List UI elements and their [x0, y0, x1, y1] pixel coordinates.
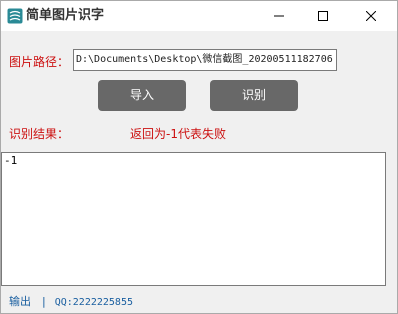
- recognize-button[interactable]: 识别: [210, 80, 298, 111]
- app-window: 简单图片识字 图片路径： D:\Documents\Desktop\微信截图_2…: [0, 0, 398, 314]
- app-logo-icon: [7, 8, 23, 24]
- result-status-text: 返回为-1代表失败: [130, 127, 226, 141]
- image-path-input[interactable]: D:\Documents\Desktop\微信截图_20200511182706: [73, 49, 337, 71]
- minimize-icon: [274, 15, 284, 17]
- close-button[interactable]: [349, 1, 393, 31]
- maximize-icon: [318, 11, 328, 21]
- image-path-label: 图片路径：: [9, 55, 70, 69]
- title-bar[interactable]: 简单图片识字: [1, 1, 397, 31]
- output-link[interactable]: 输出: [9, 293, 31, 309]
- footer-separator: |: [42, 295, 46, 308]
- result-label: 识别结果：: [9, 127, 70, 141]
- result-output-textarea[interactable]: -1: [1, 152, 386, 286]
- window-title: 简单图片识字: [26, 8, 105, 23]
- footer: 输出 | QQ:2222225855: [9, 293, 133, 309]
- import-button[interactable]: 导入: [98, 80, 186, 111]
- minimize-button[interactable]: [257, 1, 301, 31]
- maximize-button[interactable]: [301, 1, 345, 31]
- qq-contact: QQ:2222225855: [54, 297, 133, 308]
- close-icon: [366, 11, 376, 21]
